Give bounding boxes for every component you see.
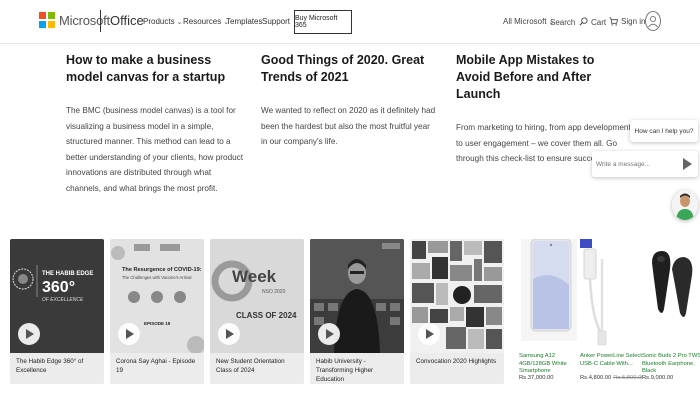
search-icon — [579, 17, 588, 26]
video-card[interactable]: Week NSO 2020 CLASS OF 2024 New Student … — [210, 239, 304, 384]
thumbnail-headline: Week — [232, 267, 277, 286]
cart-label: Cart — [591, 18, 607, 27]
header-divider — [100, 10, 101, 32]
video-thumbnail[interactable] — [310, 239, 404, 353]
product-card[interactable]: Anker PowerLine Select USB-C Cable With.… — [580, 239, 645, 384]
nav-templates[interactable]: Templates — [226, 17, 262, 26]
thumbnail-title: CLASS OF 2024 — [236, 311, 297, 320]
current-price: Rs.37,000.00 — [519, 375, 554, 381]
video-thumbnail[interactable]: Week NSO 2020 CLASS OF 2024 — [210, 239, 304, 353]
video-card[interactable]: Habib University - Transforming Higher E… — [310, 239, 404, 384]
video-card[interactable]: Convocation 2020 Highlights — [410, 239, 504, 384]
product-image[interactable] — [580, 239, 642, 347]
thumbnail-subtitle: The Challenges with Vaccine's Arrival — [122, 275, 192, 280]
chat-prompt-bubble[interactable]: How can I help you? — [630, 120, 698, 142]
thumbnail-subtitle: NSO 2020 — [262, 289, 286, 295]
all-microsoft-label: All Microsoft — [503, 17, 547, 26]
buy-microsoft-365-button[interactable]: Buy Microsoft 365 — [294, 10, 352, 34]
chevron-down-icon: ⌄ — [176, 19, 183, 26]
video-title[interactable]: New Student Orientation Class of 2024 — [216, 357, 300, 375]
play-icon[interactable] — [218, 323, 240, 345]
article-title[interactable]: Mobile App Mistakes to Avoid Before and … — [456, 52, 631, 103]
article-card[interactable]: Mobile App Mistakes to Avoid Before and … — [456, 52, 631, 167]
microsoft-logo-icon[interactable] — [39, 12, 55, 28]
account-avatar-icon[interactable] — [645, 11, 661, 31]
video-title[interactable]: Corona Say Aghai - Episode 19 — [116, 357, 200, 375]
play-icon[interactable] — [418, 323, 440, 345]
video-card[interactable]: The Resurgence of COVID-19: The Challeng… — [110, 239, 204, 384]
product-name[interactable]: Sonic Buds 2 Pro TWS Bluetooth Earphone,… — [642, 353, 700, 376]
product-name[interactable]: Anker PowerLine Select USB-C Cable With.… — [580, 353, 642, 368]
video-title[interactable]: Convocation 2020 Highlights — [416, 357, 500, 366]
article-summary: We wanted to reflect on 2020 as it defin… — [261, 106, 436, 146]
brand-name[interactable]: Microsoft — [59, 13, 110, 28]
product-name[interactable]: Samsung A12 4GB/128GB White Smartphone — [519, 353, 581, 376]
site-header: Microsoft Office Products ⌄ Resources ⌄ Te… — [0, 0, 700, 44]
current-price: Rs.9,000.00 — [642, 375, 674, 381]
video-title[interactable]: Habib University - Transforming Higher E… — [316, 357, 400, 384]
all-microsoft-menu[interactable]: All Microsoft ⌄ — [503, 17, 554, 26]
nav-support[interactable]: Support — [262, 17, 290, 26]
article-card[interactable]: How to make a business model canvas for … — [66, 52, 246, 196]
search-label: Search — [550, 18, 576, 27]
video-thumbnail[interactable] — [410, 239, 504, 353]
article-summary: The BMC (business model canvas) is a too… — [66, 106, 244, 193]
product-price: Rs.37,000.00 — [519, 375, 581, 381]
chat-message-input[interactable] — [596, 157, 676, 171]
product-card[interactable]: Sonic Buds 2 Pro TWS Bluetooth Earphone,… — [642, 239, 700, 384]
product-card[interactable]: Samsung A12 4GB/128GB White Smartphone R… — [519, 238, 581, 384]
chat-agent-avatar[interactable] — [672, 190, 698, 220]
video-thumbnail[interactable]: The Resurgence of COVID-19: The Challeng… — [110, 239, 204, 353]
chat-message-box — [592, 151, 698, 177]
thumbnail-title: The Resurgence of COVID-19: — [122, 267, 202, 273]
product-image[interactable] — [642, 239, 700, 347]
episode-tag: EPISODE 19 — [144, 321, 171, 326]
play-icon[interactable] — [118, 323, 140, 345]
product-name[interactable]: Office — [110, 13, 144, 28]
product-image[interactable] — [519, 238, 581, 347]
cart-button[interactable]: Cart — [591, 17, 619, 27]
video-card[interactable]: THE HABIB EDGE 360° OF EXCELLENCE The Ha… — [10, 239, 104, 384]
send-icon[interactable] — [683, 158, 692, 170]
product-price: Rs.9,000.00 — [642, 375, 700, 381]
thumbnail-headline: 360° — [42, 279, 76, 296]
article-title[interactable]: Good Things of 2020. Great Trends of 202… — [261, 52, 436, 86]
nav-resources-label: Resources — [183, 17, 222, 26]
current-price: Rs.4,800.00 — [580, 375, 612, 381]
nav-products[interactable]: Products ⌄ — [143, 17, 182, 26]
nav-resources[interactable]: Resources ⌄ — [183, 17, 229, 26]
original-price: Rs.5,800.00 — [613, 375, 645, 381]
play-icon[interactable] — [18, 323, 40, 345]
video-thumbnail[interactable]: THE HABIB EDGE 360° OF EXCELLENCE — [10, 239, 104, 353]
play-icon[interactable] — [318, 323, 340, 345]
video-title[interactable]: The Habib Edge 360° of Excellence — [16, 357, 100, 375]
article-title[interactable]: How to make a business model canvas for … — [66, 52, 246, 86]
thumbnail-subtitle: OF EXCELLENCE — [42, 297, 84, 303]
thumbnail-title: THE HABIB EDGE — [42, 271, 94, 277]
search-button[interactable]: Search — [550, 17, 588, 27]
sign-in-link[interactable]: Sign in — [621, 17, 645, 26]
cart-icon — [609, 17, 619, 26]
nav-products-label: Products — [143, 17, 175, 26]
product-price: Rs.4,800.00 Rs.5,800.00 — [580, 375, 645, 381]
article-card[interactable]: Good Things of 2020. Great Trends of 202… — [261, 52, 436, 150]
